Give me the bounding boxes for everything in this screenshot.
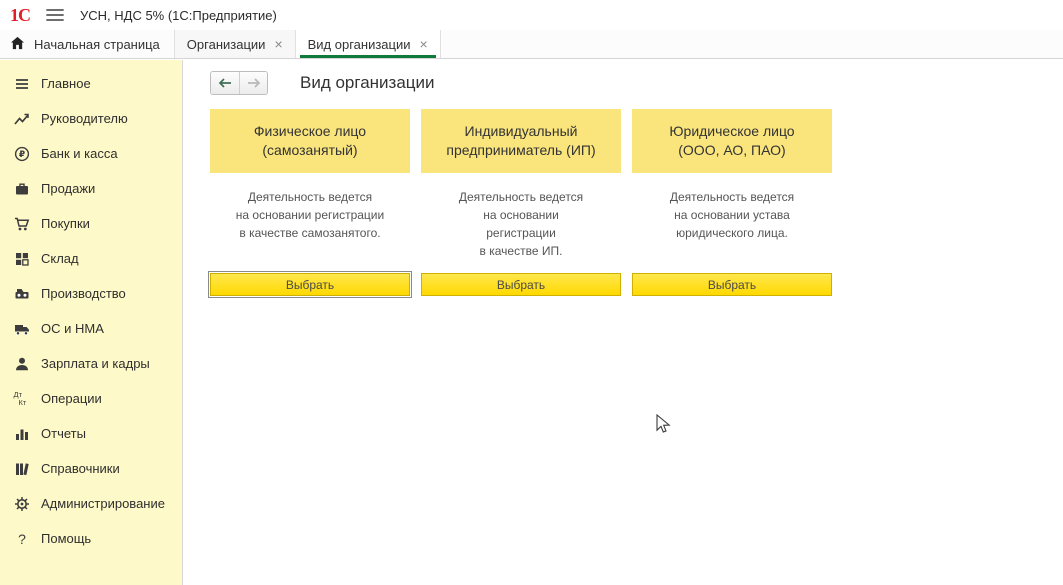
sidebar-item-main[interactable]: Главное xyxy=(0,66,182,101)
books-icon xyxy=(13,460,30,477)
card-individual-entrepreneur: Индивидуальный предприниматель (ИП) Деят… xyxy=(421,109,621,296)
sidebar-item-label: Продажи xyxy=(41,181,95,196)
sidebar-item-label: Операции xyxy=(41,391,102,406)
sidebar-item-label: Банк и касса xyxy=(41,146,118,161)
page-title: Вид организации xyxy=(300,73,435,93)
sidebar-item-label: Зарплата и кадры xyxy=(41,356,150,371)
svg-text:₽: ₽ xyxy=(18,149,24,159)
sidebar-item-warehouse[interactable]: Склад xyxy=(0,241,182,276)
select-button-legal-entity[interactable]: Выбрать xyxy=(632,273,832,296)
trend-chart-icon xyxy=(13,110,30,127)
main-menu-icon[interactable] xyxy=(46,8,64,22)
select-button-self-employed[interactable]: Выбрать xyxy=(210,273,410,296)
briefcase-icon xyxy=(13,180,30,197)
titlebar: 1С УСН, НДС 5% (1С:Предприятие) xyxy=(0,0,1063,30)
sidebar-item-directories[interactable]: Справочники xyxy=(0,451,182,486)
main-content: Вид организации Физическое лицо (самозан… xyxy=(184,60,1063,585)
ruble-circle-icon: ₽ xyxy=(13,145,30,162)
sidebar-item-label: Отчеты xyxy=(41,426,86,441)
history-nav-group xyxy=(210,71,268,95)
sidebar: Главное Руководителю ₽ Банк и касса Прод… xyxy=(0,60,183,585)
svg-text:?: ? xyxy=(18,531,26,547)
tab-organizations[interactable]: Организации × xyxy=(175,30,296,58)
home-icon xyxy=(10,36,25,53)
tab-organization-type[interactable]: Вид организации × xyxy=(296,30,441,58)
truck-icon xyxy=(13,320,30,337)
close-icon[interactable]: × xyxy=(274,37,282,51)
card-title: Юридическое лицо (ООО, АО, ПАО) xyxy=(632,109,832,173)
card-individual-self-employed: Физическое лицо (самозанятый) Деятельнос… xyxy=(210,109,410,296)
sidebar-item-label: Администрирование xyxy=(41,496,165,511)
sidebar-item-fixed-assets[interactable]: ОС и НМА xyxy=(0,311,182,346)
sidebar-item-payroll-hr[interactable]: Зарплата и кадры xyxy=(0,346,182,381)
navigation-row: Вид организации xyxy=(210,71,1051,95)
tab-bar: Начальная страница Организации × Вид орг… xyxy=(0,30,1063,59)
sidebar-item-help[interactable]: ? Помощь xyxy=(0,521,182,556)
window-title: УСН, НДС 5% (1С:Предприятие) xyxy=(80,8,277,23)
organization-type-cards: Физическое лицо (самозанятый) Деятельнос… xyxy=(210,109,832,296)
sidebar-item-label: Производство xyxy=(41,286,126,301)
forward-button[interactable] xyxy=(239,72,267,94)
card-legal-entity: Юридическое лицо (ООО, АО, ПАО) Деятельн… xyxy=(632,109,832,296)
sidebar-item-label: Склад xyxy=(41,251,79,266)
back-button[interactable] xyxy=(211,72,239,94)
menu-icon xyxy=(13,75,30,92)
card-description: Деятельность ведется на основании регист… xyxy=(421,173,621,273)
sidebar-item-reports[interactable]: Отчеты xyxy=(0,416,182,451)
sidebar-item-sales[interactable]: Продажи xyxy=(0,171,182,206)
bar-chart-icon xyxy=(13,425,30,442)
sidebar-item-purchases[interactable]: Покупки xyxy=(0,206,182,241)
debit-credit-icon: ДтКт xyxy=(13,390,30,407)
1c-logo: 1С xyxy=(10,6,30,24)
sidebar-item-production[interactable]: Производство xyxy=(0,276,182,311)
sidebar-item-bank-cash[interactable]: ₽ Банк и касса xyxy=(0,136,182,171)
sidebar-item-manager[interactable]: Руководителю xyxy=(0,101,182,136)
select-button-entrepreneur[interactable]: Выбрать xyxy=(421,273,621,296)
sidebar-item-label: Справочники xyxy=(41,461,120,476)
warehouse-grid-icon xyxy=(13,250,30,267)
sidebar-item-administration[interactable]: Администрирование xyxy=(0,486,182,521)
sidebar-item-label: Покупки xyxy=(41,216,90,231)
svg-text:Кт: Кт xyxy=(19,398,27,407)
card-description: Деятельность ведется на основании устава… xyxy=(632,173,832,273)
close-icon[interactable]: × xyxy=(420,37,428,51)
tab-label: Вид организации xyxy=(308,37,411,52)
tab-home[interactable]: Начальная страница xyxy=(0,30,175,58)
card-description: Деятельность ведется на основании регист… xyxy=(210,173,410,273)
sidebar-item-label: Помощь xyxy=(41,531,91,546)
gear-icon xyxy=(13,495,30,512)
sidebar-item-label: Руководителю xyxy=(41,111,128,126)
sidebar-item-label: ОС и НМА xyxy=(41,321,104,336)
card-title: Физическое лицо (самозанятый) xyxy=(210,109,410,173)
sidebar-item-operations[interactable]: ДтКт Операции xyxy=(0,381,182,416)
app-window: 1С УСН, НДС 5% (1С:Предприятие) Начальна… xyxy=(0,0,1063,585)
production-machine-icon xyxy=(13,285,30,302)
tab-label: Организации xyxy=(187,37,266,52)
home-tab-label: Начальная страница xyxy=(34,37,160,52)
question-icon: ? xyxy=(13,530,30,547)
card-title: Индивидуальный предприниматель (ИП) xyxy=(421,109,621,173)
shopping-cart-icon xyxy=(13,215,30,232)
sidebar-item-label: Главное xyxy=(41,76,91,91)
person-icon xyxy=(13,355,30,372)
